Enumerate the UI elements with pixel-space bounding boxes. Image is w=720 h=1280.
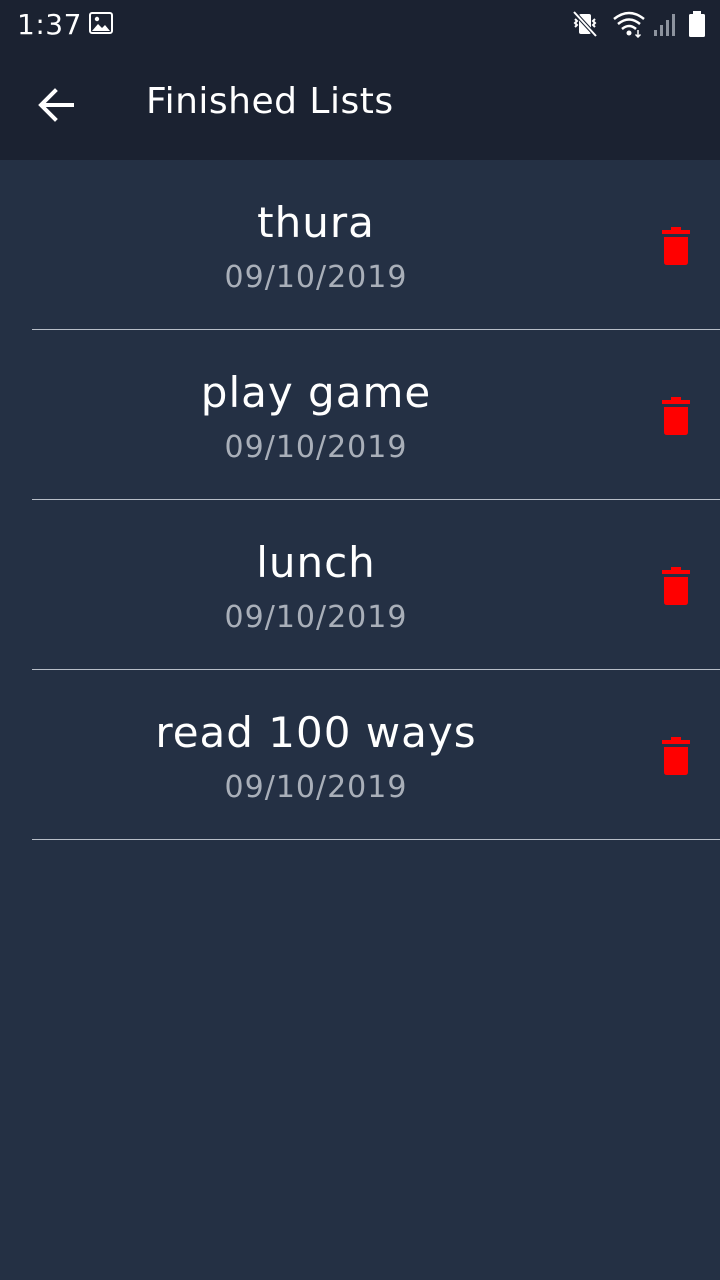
item-date: 09/10/2019 (224, 770, 408, 805)
signal-icon (654, 14, 675, 36)
status-bar: 1:37 (0, 0, 720, 50)
image-icon (89, 12, 113, 38)
item-title: lunch (256, 538, 376, 587)
back-button[interactable] (28, 80, 84, 130)
item-title: read 100 ways (155, 708, 477, 757)
list-item[interactable]: play game 09/10/2019 (0, 330, 720, 500)
trash-icon (662, 397, 690, 435)
item-title: thura (257, 198, 375, 247)
list-item[interactable]: lunch 09/10/2019 (0, 500, 720, 670)
delete-button[interactable] (656, 396, 696, 436)
app-bar: Finished Lists (0, 50, 720, 160)
item-date: 09/10/2019 (224, 260, 408, 295)
delete-button[interactable] (656, 566, 696, 606)
item-date: 09/10/2019 (224, 430, 408, 465)
mute-vibrate-icon (572, 10, 598, 38)
item-title: play game (200, 368, 432, 417)
item-date: 09/10/2019 (224, 600, 408, 635)
delete-button[interactable] (656, 226, 696, 266)
list-item[interactable]: read 100 ways 09/10/2019 (0, 670, 720, 840)
delete-button[interactable] (656, 736, 696, 776)
finished-list: thura 09/10/2019 play game 09/10/2019 lu… (0, 160, 720, 840)
list-item[interactable]: thura 09/10/2019 (0, 160, 720, 330)
page-title: Finished Lists (146, 81, 394, 122)
trash-icon (662, 227, 690, 265)
status-time: 1:37 (17, 8, 82, 41)
trash-icon (662, 567, 690, 605)
arrow-left-icon (38, 88, 74, 122)
battery-icon (689, 11, 705, 37)
trash-icon (662, 737, 690, 775)
wifi-icon (613, 11, 645, 38)
